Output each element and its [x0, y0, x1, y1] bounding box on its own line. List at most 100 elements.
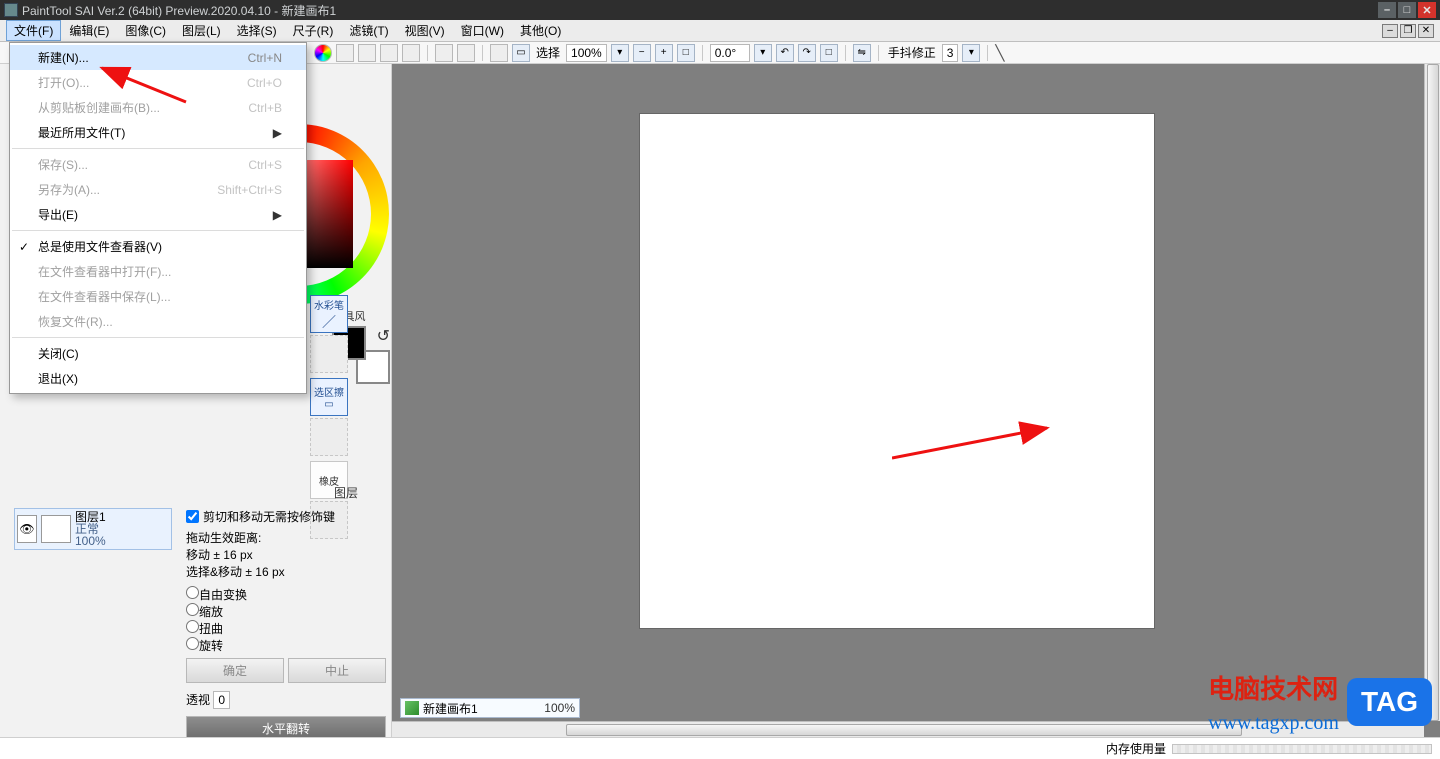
tool-blank-2[interactable]: [310, 418, 348, 456]
file-from-clipboard[interactable]: 从剪贴板创建画布(B)... Ctrl+B: [10, 95, 306, 120]
close-button[interactable]: ✕: [1418, 2, 1436, 18]
submenu-arrow-icon: ▶: [273, 208, 282, 222]
file-open-in-viewer[interactable]: 在文件查看器中打开(F)...: [10, 259, 306, 284]
canvas-area: [392, 64, 1440, 737]
tool-btn-1[interactable]: [336, 44, 354, 62]
file-save[interactable]: 保存(S)... Ctrl+S: [10, 152, 306, 177]
transform-cancel-button[interactable]: 中止: [288, 658, 386, 683]
menu-other[interactable]: 其他(O): [512, 20, 569, 41]
document-icon: [405, 701, 419, 715]
canvas[interactable]: [640, 114, 1154, 628]
stabilizer-label: 手抖修正: [888, 44, 936, 61]
menu-image[interactable]: 图像(C): [117, 20, 174, 41]
tool-btn-2[interactable]: [358, 44, 376, 62]
line-tool-icon[interactable]: ╲: [995, 44, 1004, 62]
rotate-field[interactable]: 0.0°: [710, 44, 750, 62]
menu-ruler[interactable]: 尺子(R): [285, 20, 342, 41]
window-title: PaintTool SAI Ver.2 (64bit) Preview.2020…: [22, 2, 336, 19]
color-wheel[interactable]: [305, 124, 389, 304]
zoom-dropdown-icon[interactable]: ▾: [611, 44, 629, 62]
file-menu-dropdown: 新建(N)... Ctrl+N 打开(O)... Ctrl+O 从剪贴板创建画布…: [9, 42, 307, 394]
doc-minimize-button[interactable]: –: [1382, 24, 1398, 38]
radio-scale[interactable]: [186, 603, 199, 616]
perspective-value[interactable]: 0: [213, 691, 230, 709]
radio-distort[interactable]: [186, 620, 199, 633]
status-bar: 内存使用量: [0, 737, 1440, 759]
select-tool-icon[interactable]: ▭: [512, 44, 530, 62]
tool-btn-5[interactable]: [435, 44, 453, 62]
file-export[interactable]: 导出(E) ▶: [10, 202, 306, 227]
app-icon: [4, 3, 18, 17]
watermark-line2: www.tagxp.com: [1208, 712, 1339, 735]
vertical-scrollbar[interactable]: [1424, 64, 1440, 721]
menu-edit[interactable]: 编辑(E): [61, 20, 117, 41]
tool-seleraser[interactable]: 选区擦▭: [310, 378, 348, 416]
rotate-dropdown-icon[interactable]: ▾: [754, 44, 772, 62]
drag-distance-label: 拖动生效距离:: [186, 529, 386, 546]
layer-row[interactable]: 👁 图层1 正常 100%: [14, 508, 172, 550]
radio-rotate[interactable]: [186, 637, 199, 650]
flip-h-icon[interactable]: ⇋: [853, 44, 871, 62]
window-titlebar: PaintTool SAI Ver.2 (64bit) Preview.2020…: [0, 0, 1440, 20]
zoom-out-button[interactable]: −: [633, 44, 651, 62]
menu-filter[interactable]: 滤镜(T): [341, 20, 396, 41]
doc-restore-button[interactable]: ❐: [1400, 24, 1416, 38]
move-value[interactable]: ± 16 px: [210, 548, 253, 562]
tool-btn-7[interactable]: [490, 44, 508, 62]
minimize-button[interactable]: –: [1378, 2, 1396, 18]
cutmove-label: 剪切和移动无需按修饰键: [203, 508, 335, 525]
rotate-cw-button[interactable]: ↷: [798, 44, 816, 62]
file-open[interactable]: 打开(O)... Ctrl+O: [10, 70, 306, 95]
tool-btn-6[interactable]: [457, 44, 475, 62]
zoom-field[interactable]: 100%: [566, 44, 607, 62]
tool-watercolor[interactable]: 水彩笔／: [310, 295, 348, 333]
file-save-as[interactable]: 另存为(A)... Shift+Ctrl+S: [10, 177, 306, 202]
file-restore[interactable]: 恢复文件(R)...: [10, 309, 306, 334]
submenu-arrow-icon: ▶: [273, 126, 282, 140]
menu-view[interactable]: 视图(V): [397, 20, 453, 41]
file-new[interactable]: 新建(N)... Ctrl+N: [10, 45, 306, 70]
layer-thumb: [41, 515, 71, 543]
select-label: 选择: [536, 44, 560, 61]
document-tab[interactable]: 新建画布1 100%: [400, 698, 580, 718]
zoom-in-button[interactable]: +: [655, 44, 673, 62]
perspective-label: 透视: [186, 693, 210, 707]
cutmove-checkbox[interactable]: [186, 510, 199, 523]
memory-usage-label: 内存使用量: [1106, 740, 1166, 757]
selmove-value[interactable]: ± 16 px: [242, 565, 285, 579]
stabilizer-field[interactable]: 3: [942, 44, 959, 62]
layer-header: 图层: [305, 484, 387, 501]
flip-h-button[interactable]: 水平翻转: [186, 716, 386, 737]
layer-opacity: 100%: [75, 535, 106, 547]
tool-btn-3[interactable]: [380, 44, 398, 62]
move-label: 移动: [186, 548, 210, 562]
tool-blank-1[interactable]: [310, 335, 348, 373]
file-recent[interactable]: 最近所用文件(T) ▶: [10, 120, 306, 145]
rotate-reset-button[interactable]: □: [820, 44, 838, 62]
menu-layer[interactable]: 图层(L): [174, 20, 229, 41]
doc-close-button[interactable]: ✕: [1418, 24, 1434, 38]
file-new-label: 新建(N)...: [38, 49, 89, 66]
menu-file[interactable]: 文件(F): [6, 20, 61, 41]
file-always-viewer[interactable]: 总是使用文件查看器(V): [10, 234, 306, 259]
document-tab-zoom: 100%: [544, 701, 575, 715]
transform-ok-button[interactable]: 确定: [186, 658, 284, 683]
zoom-fit-button[interactable]: □: [677, 44, 695, 62]
stabilizer-dropdown-icon[interactable]: ▾: [962, 44, 980, 62]
tool-btn-4[interactable]: [402, 44, 420, 62]
maximize-button[interactable]: □: [1398, 2, 1416, 18]
eye-icon[interactable]: 👁: [17, 515, 37, 543]
memory-usage-bar: [1172, 744, 1432, 754]
rotate-ccw-button[interactable]: ↶: [776, 44, 794, 62]
file-quit[interactable]: 退出(X): [10, 366, 306, 391]
menu-bar: 文件(F) 编辑(E) 图像(C) 图层(L) 选择(S) 尺子(R) 滤镜(T…: [0, 20, 1440, 42]
file-close[interactable]: 关闭(C): [10, 341, 306, 366]
watermark-tag: TAG: [1347, 678, 1432, 726]
menu-select[interactable]: 选择(S): [229, 20, 285, 41]
radio-free[interactable]: [186, 586, 199, 599]
document-window-controls: – ❐ ✕: [1382, 24, 1434, 38]
file-save-in-viewer[interactable]: 在文件查看器中保存(L)...: [10, 284, 306, 309]
palette-icon[interactable]: [314, 44, 332, 62]
file-new-shortcut: Ctrl+N: [248, 51, 282, 65]
menu-window[interactable]: 窗口(W): [453, 20, 512, 41]
